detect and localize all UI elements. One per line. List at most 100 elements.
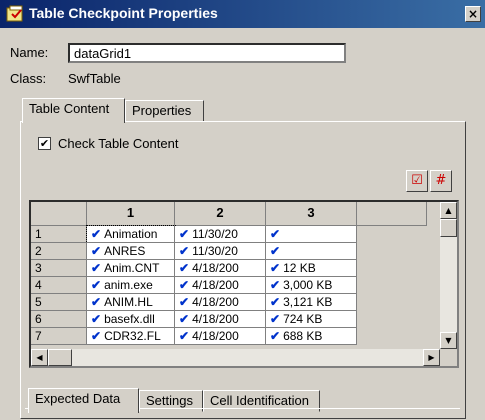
- table-cell[interactable]: ✔: [266, 226, 357, 243]
- row-header[interactable]: 6: [31, 311, 87, 328]
- cell-check-icon: ✔: [91, 278, 102, 292]
- cell-text: 4/18/200: [192, 312, 239, 326]
- cell-check-icon: ✔: [270, 227, 281, 241]
- scroll-left-button[interactable]: ◀: [31, 349, 48, 366]
- table-cell[interactable]: ✔ 12 KB: [266, 260, 357, 277]
- table-cell[interactable]: ✔ 3,000 KB: [266, 277, 357, 294]
- check-table-content-label: Check Table Content: [58, 136, 179, 151]
- table-cell[interactable]: ✔ 4/18/200: [175, 311, 266, 328]
- grid-filler: [357, 226, 427, 243]
- cell-text: CDR32.FL: [104, 329, 161, 343]
- table-cell[interactable]: ✔ 4/18/200: [175, 328, 266, 345]
- check-table-content-checkbox[interactable]: ✔: [38, 137, 51, 150]
- grid-filler: [357, 294, 427, 311]
- window-title: Table Checkpoint Properties: [29, 5, 218, 21]
- table-cell[interactable]: ✔ 724 KB: [266, 311, 357, 328]
- cell-text: 11/30/20: [192, 227, 238, 241]
- grid-filler: [357, 311, 427, 328]
- tab-properties[interactable]: Properties: [125, 100, 204, 122]
- cell-check-icon: ✔: [270, 278, 281, 292]
- cell-check-icon: ✔: [91, 227, 102, 241]
- row-header[interactable]: 7: [31, 328, 87, 345]
- cell-check-icon: ✔: [179, 278, 190, 292]
- cell-check-icon: ✔: [91, 312, 102, 326]
- cell-check-icon: ✔: [270, 295, 281, 309]
- cell-check-icon: ✔: [270, 329, 281, 343]
- grid-filler: [357, 328, 427, 345]
- table-cell[interactable]: ✔ 4/18/200: [175, 260, 266, 277]
- cell-text: 4/18/200: [192, 261, 239, 275]
- table-cell[interactable]: ✔ basefx.dll: [87, 311, 175, 328]
- horizontal-scroll-thumb[interactable]: [48, 349, 72, 366]
- table-cell[interactable]: ✔ Animation: [86, 225, 176, 244]
- cell-text: basefx.dll: [104, 312, 155, 326]
- table-cell[interactable]: ✔ CDR32.FL: [87, 328, 175, 345]
- cell-check-icon: ✔: [179, 261, 190, 275]
- table-cell[interactable]: ✔ ANIM.HL: [87, 294, 175, 311]
- row-header[interactable]: 4: [31, 277, 87, 294]
- cell-check-icon: ✔: [179, 227, 190, 241]
- vertical-scrollbar[interactable]: ▲ ▼: [440, 202, 457, 349]
- table-cell[interactable]: ✔ ANRES: [87, 243, 175, 260]
- cell-check-icon: ✔: [91, 295, 102, 309]
- column-header-3[interactable]: 3: [266, 202, 357, 226]
- class-label: Class:: [10, 71, 47, 86]
- grid-filler: [357, 277, 427, 294]
- table-cell[interactable]: ✔ 4/18/200: [175, 277, 266, 294]
- grid-filler: [357, 243, 427, 260]
- cell-check-icon: ✔: [270, 244, 281, 258]
- select-all-cells-button[interactable]: ☑: [406, 170, 428, 192]
- cell-text: 3,121 KB: [283, 295, 333, 309]
- cell-text: 4/18/200: [192, 295, 239, 309]
- cell-text: 4/18/200: [192, 329, 239, 343]
- table-cell[interactable]: ✔ 4/18/200: [175, 294, 266, 311]
- cell-check-icon: ✔: [91, 244, 102, 258]
- checkpoint-app-icon: [6, 5, 23, 22]
- cell-text: ANRES: [104, 244, 146, 258]
- tab-table-content[interactable]: Table Content: [22, 98, 125, 123]
- cell-text: 11/30/20: [192, 244, 238, 258]
- table-cell[interactable]: ✔ anim.exe: [87, 277, 175, 294]
- title-bar: Table Checkpoint Properties ×: [0, 0, 485, 28]
- table-cell[interactable]: ✔ 3,121 KB: [266, 294, 357, 311]
- cell-check-icon: ✔: [179, 329, 190, 343]
- scroll-right-button[interactable]: ▶: [423, 349, 440, 366]
- cell-text: 12 KB: [283, 261, 316, 275]
- row-header[interactable]: 5: [31, 294, 87, 311]
- row-header[interactable]: 1: [31, 226, 87, 243]
- scrollbar-corner: [440, 349, 457, 366]
- close-button[interactable]: ×: [465, 6, 481, 22]
- table-grid[interactable]: 1 2 3 1 ✔ Animation ✔ 11/30/20 ✔ 2 ✔ ANRES ✔ 11/30…: [29, 200, 459, 368]
- column-header-1[interactable]: 1: [87, 202, 175, 226]
- grid-corner: [31, 202, 87, 226]
- scroll-down-button[interactable]: ▼: [440, 332, 457, 349]
- cell-text: Animation: [104, 227, 158, 241]
- name-label: Name:: [10, 45, 49, 60]
- grid-icon: #: [435, 173, 447, 188]
- grid-header-filler: [357, 202, 427, 226]
- vertical-scroll-thumb[interactable]: [440, 219, 457, 237]
- table-cell[interactable]: ✔: [266, 243, 357, 260]
- horizontal-scrollbar[interactable]: ◀ ▶: [31, 349, 440, 366]
- column-header-2[interactable]: 2: [175, 202, 266, 226]
- table-cell[interactable]: ✔ Anim.CNT: [87, 260, 175, 277]
- table-cell[interactable]: ✔ 11/30/20: [175, 243, 266, 260]
- cell-text: 3,000 KB: [283, 278, 333, 292]
- row-header[interactable]: 2: [31, 243, 87, 260]
- cell-check-icon: ✔: [91, 329, 102, 343]
- grid-body: 1 2 3 1 ✔ Animation ✔ 11/30/20 ✔ 2 ✔ ANRES ✔ 11/30…: [31, 202, 440, 349]
- row-header[interactable]: 3: [31, 260, 87, 277]
- table-cell[interactable]: ✔ 688 KB: [266, 328, 357, 345]
- cell-check-icon: ✔: [270, 312, 281, 326]
- grid-filler: [357, 260, 427, 277]
- name-field[interactable]: dataGrid1: [68, 43, 346, 63]
- scroll-up-button[interactable]: ▲: [440, 202, 457, 219]
- cell-check-icon: ✔: [179, 295, 190, 309]
- check-grid-icon: ☑: [411, 173, 423, 188]
- tab-expected-data[interactable]: Expected Data: [28, 388, 139, 413]
- cell-text: ANIM.HL: [104, 295, 153, 309]
- cell-text: 688 KB: [283, 329, 323, 343]
- cell-text: 724 KB: [283, 312, 323, 326]
- table-cell[interactable]: ✔ 11/30/20: [175, 226, 266, 243]
- clear-cells-button[interactable]: #: [430, 170, 452, 192]
